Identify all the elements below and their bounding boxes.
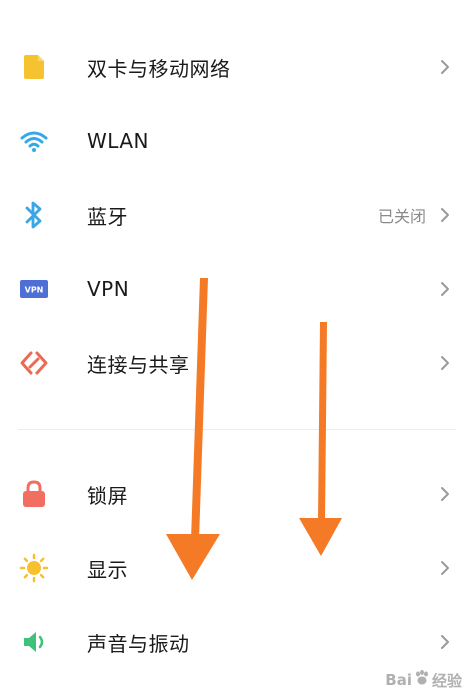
chevron-right-icon [440,205,454,225]
settings-item-label: 锁屏 [87,483,128,508]
chevron-right-icon [440,353,454,373]
chevron-right-icon [440,484,454,504]
settings-item-sound-vibration[interactable]: 声音与振动 [0,605,470,679]
paw-icon [413,669,431,691]
chevron-right-icon [440,558,454,578]
settings-item-dual-sim[interactable]: 双卡与移动网络 [0,30,470,104]
settings-item-label: 连接与共享 [87,352,190,377]
settings-item-label: 蓝牙 [87,204,128,229]
connection-share-icon [14,343,54,383]
watermark-text-b: 经验 [431,671,462,690]
settings-item-vpn[interactable]: VPN VPN [0,252,470,326]
bluetooth-status: 已关闭 [377,207,426,226]
settings-item-label: 显示 [87,557,128,582]
chevron-right-icon [440,632,454,652]
lock-icon [14,474,54,514]
speaker-icon [14,622,54,662]
settings-item-wlan[interactable]: WLAN [0,104,470,178]
section-divider [18,429,456,430]
baidu-watermark: Bai 经验 [385,669,462,691]
wifi-icon [14,121,54,161]
sim-card-icon [14,47,54,87]
watermark-text-a: Bai [385,671,412,689]
top-edge [0,0,470,8]
svg-text:VPN: VPN [25,286,44,295]
settings-item-display[interactable]: 显示 [0,531,470,605]
bluetooth-icon [14,195,54,235]
settings-item-label: 声音与振动 [87,631,190,656]
sun-icon [14,548,54,588]
settings-item-bluetooth[interactable]: 蓝牙 已关闭 [0,178,470,252]
settings-item-label: WLAN [87,129,150,153]
vpn-icon: VPN [14,269,54,309]
settings-item-connection-share[interactable]: 连接与共享 [0,326,470,400]
settings-item-label: VPN [87,277,130,301]
chevron-right-icon [440,57,454,77]
settings-item-label: 双卡与移动网络 [87,56,231,81]
chevron-right-icon [440,279,454,299]
settings-item-lock-screen[interactable]: 锁屏 [0,457,470,531]
